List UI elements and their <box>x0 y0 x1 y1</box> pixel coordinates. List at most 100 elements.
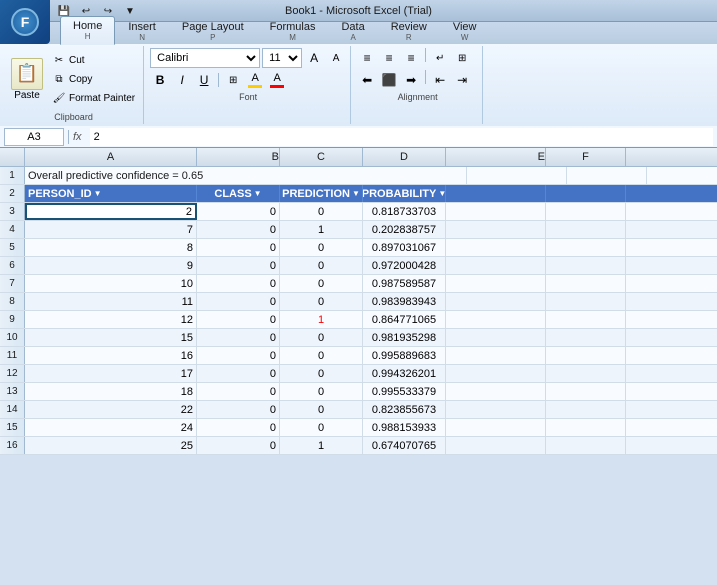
cell-5-d[interactable]: 0.897031067 <box>363 239 446 256</box>
cell-4-a[interactable]: 7 <box>25 221 197 238</box>
cell-8-c[interactable]: 0 <box>280 293 363 310</box>
cell-15-f[interactable] <box>546 419 626 436</box>
cell-9-f[interactable] <box>546 311 626 328</box>
cell-6-c[interactable]: 0 <box>280 257 363 274</box>
cell-5-b[interactable]: 0 <box>197 239 280 256</box>
cell-11-d[interactable]: 0.995889683 <box>363 347 446 364</box>
cell-5-a[interactable]: 8 <box>25 239 197 256</box>
align-top-center-button[interactable]: ≡ <box>379 48 399 68</box>
cell-15-a[interactable]: 24 <box>25 419 197 436</box>
cell-4-f[interactable] <box>546 221 626 238</box>
cell-4-b[interactable]: 0 <box>197 221 280 238</box>
cell-12-e[interactable] <box>446 365 546 382</box>
decrease-indent-button[interactable]: ⇤ <box>430 70 450 90</box>
header-cell-class[interactable]: CLASS ▼ <box>197 185 280 202</box>
cell-9-e[interactable] <box>446 311 546 328</box>
cell-8-e[interactable] <box>446 293 546 310</box>
font-size-select[interactable]: 11 <box>262 48 302 68</box>
italic-button[interactable]: I <box>172 70 192 90</box>
cell-6-a[interactable]: 9 <box>25 257 197 274</box>
cell-13-c[interactable]: 0 <box>280 383 363 400</box>
align-center-button[interactable]: ⬛ <box>379 70 399 90</box>
cell-11-f[interactable] <box>546 347 626 364</box>
cell-3-b[interactable]: 0 <box>197 203 280 220</box>
cell-11-b[interactable]: 0 <box>197 347 280 364</box>
cell-5-e[interactable] <box>446 239 546 256</box>
wrap-text-button[interactable]: ↵ <box>430 48 450 68</box>
cell-8-f[interactable] <box>546 293 626 310</box>
col-header-e[interactable]: E <box>446 148 546 166</box>
cell-14-d[interactable]: 0.823855673 <box>363 401 446 418</box>
name-box[interactable] <box>4 128 64 146</box>
grow-font-button[interactable]: A <box>304 48 324 68</box>
cell-11-e[interactable] <box>446 347 546 364</box>
cell-13-b[interactable]: 0 <box>197 383 280 400</box>
format-painter-button[interactable]: 🖌 Format Painter <box>48 89 139 107</box>
cell-13-e[interactable] <box>446 383 546 400</box>
qat-dropdown[interactable]: ▼ <box>121 2 139 20</box>
cell-14-f[interactable] <box>546 401 626 418</box>
cell-16-a[interactable]: 25 <box>25 437 197 454</box>
cell-6-b[interactable]: 0 <box>197 257 280 274</box>
cell-13-a[interactable]: 18 <box>25 383 197 400</box>
cell-1-e[interactable] <box>467 167 567 184</box>
col-header-c[interactable]: C <box>280 148 363 166</box>
cell-7-f[interactable] <box>546 275 626 292</box>
cell-10-e[interactable] <box>446 329 546 346</box>
fill-color-button[interactable]: A <box>245 70 265 90</box>
align-right-button[interactable]: ➡ <box>401 70 421 90</box>
cell-12-b[interactable]: 0 <box>197 365 280 382</box>
cell-3-e[interactable] <box>446 203 546 220</box>
cell-7-b[interactable]: 0 <box>197 275 280 292</box>
cell-15-c[interactable]: 0 <box>280 419 363 436</box>
office-button[interactable]: F <box>0 0 50 44</box>
tab-view[interactable]: View W <box>440 17 490 45</box>
col-header-d[interactable]: D <box>363 148 446 166</box>
col-header-f[interactable]: F <box>546 148 626 166</box>
header-cell-e[interactable] <box>446 185 546 202</box>
cell-14-c[interactable]: 0 <box>280 401 363 418</box>
cell-5-f[interactable] <box>546 239 626 256</box>
cell-13-f[interactable] <box>546 383 626 400</box>
cell-8-a[interactable]: 11 <box>25 293 197 310</box>
cell-11-a[interactable]: 16 <box>25 347 197 364</box>
cell-13-d[interactable]: 0.995533379 <box>363 383 446 400</box>
cell-3-a[interactable]: 2 <box>25 203 197 220</box>
cut-button[interactable]: ✂ Cut <box>48 51 139 69</box>
cell-3-c[interactable]: 0 <box>280 203 363 220</box>
cell-16-d[interactable]: 0.674070765 <box>363 437 446 454</box>
tab-review[interactable]: Review R <box>378 17 440 45</box>
cell-12-d[interactable]: 0.994326201 <box>363 365 446 382</box>
cell-15-b[interactable]: 0 <box>197 419 280 436</box>
header-cell-person-id[interactable]: PERSON_ID ▼ <box>25 185 197 202</box>
cell-16-f[interactable] <box>546 437 626 454</box>
tab-data[interactable]: Data A <box>328 17 377 45</box>
cell-4-d[interactable]: 0.202838757 <box>363 221 446 238</box>
cell-10-f[interactable] <box>546 329 626 346</box>
cell-9-a[interactable]: 12 <box>25 311 197 328</box>
qat-save[interactable]: 💾 <box>55 2 73 20</box>
cell-3-f[interactable] <box>546 203 626 220</box>
font-color-button[interactable]: A <box>267 70 287 90</box>
align-left-button[interactable]: ⬅ <box>357 70 377 90</box>
qat-redo[interactable]: ↪ <box>99 2 117 20</box>
underline-button[interactable]: U <box>194 70 214 90</box>
cell-9-b[interactable]: 0 <box>197 311 280 328</box>
col-header-a[interactable]: A <box>25 148 197 166</box>
border-button[interactable]: ⊞ <box>223 70 243 90</box>
cell-1-f[interactable] <box>567 167 647 184</box>
cell-12-f[interactable] <box>546 365 626 382</box>
cell-12-a[interactable]: 17 <box>25 365 197 382</box>
col-header-b[interactable]: B <box>197 148 280 166</box>
cell-11-c[interactable]: 0 <box>280 347 363 364</box>
bold-button[interactable]: B <box>150 70 170 90</box>
align-top-left-button[interactable]: ≡ <box>357 48 377 68</box>
cell-16-b[interactable]: 0 <box>197 437 280 454</box>
cell-3-d[interactable]: 0.818733703 <box>363 203 446 220</box>
cell-4-e[interactable] <box>446 221 546 238</box>
cell-4-c[interactable]: 1 <box>280 221 363 238</box>
cell-10-d[interactable]: 0.981935298 <box>363 329 446 346</box>
merge-button[interactable]: ⊞ <box>452 48 472 68</box>
font-family-select[interactable]: Calibri <box>150 48 260 68</box>
tab-page-layout[interactable]: Page Layout P <box>169 17 257 45</box>
